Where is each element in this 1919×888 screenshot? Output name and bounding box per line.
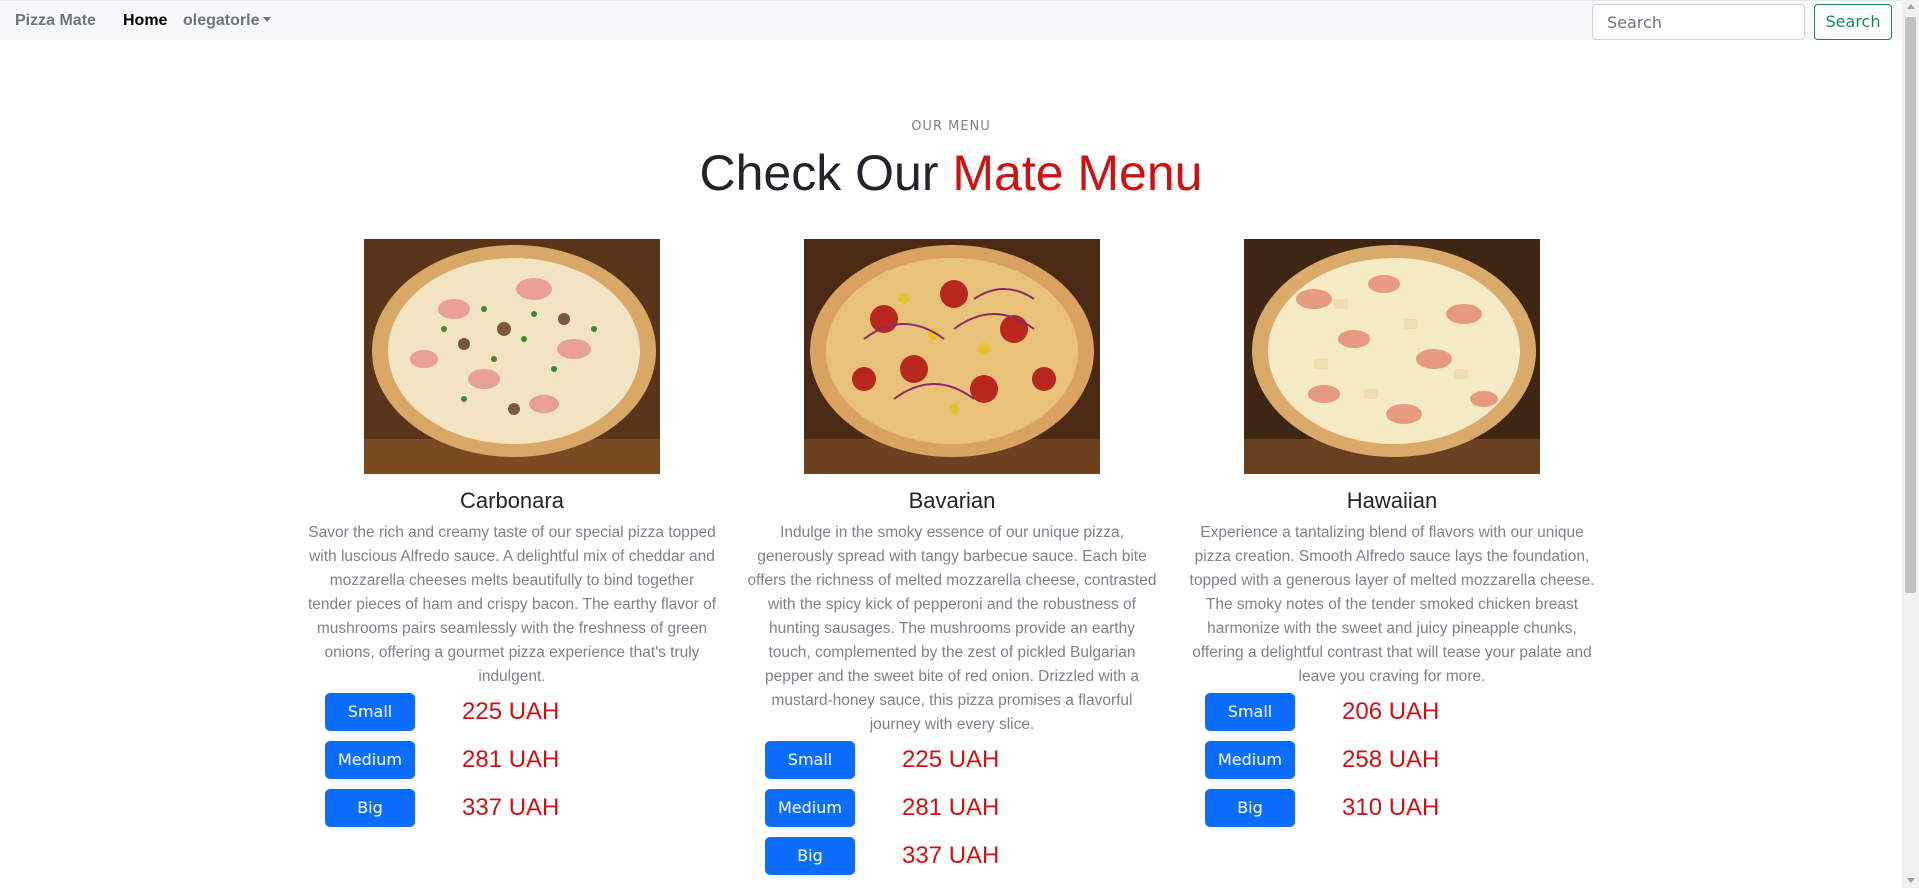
bavarian-big-button[interactable]: Big <box>765 837 855 875</box>
carbonara-small-price: 225 UAH <box>462 698 560 725</box>
search-button[interactable]: Search <box>1814 4 1892 40</box>
bavarian-medium-button[interactable]: Medium <box>765 789 855 827</box>
carbonara-pizza-image <box>364 239 660 474</box>
navbar-brand[interactable]: Pizza Mate <box>15 12 96 30</box>
pizza-name: Hawaiian <box>1346 488 1438 513</box>
hawaiian-medium-price: 258 UAH <box>1342 746 1440 773</box>
section-title-prefix: Check Our <box>699 145 953 201</box>
bavarian-small-button[interactable]: Small <box>765 741 855 779</box>
user-name: olegatorle <box>183 12 260 29</box>
bavarian-pizza-image <box>804 239 1100 474</box>
hawaiian-medium-button[interactable]: Medium <box>1205 741 1295 779</box>
pizza-description: Indulge in the smoky essence of our uniq… <box>747 524 1157 733</box>
scroll-up-arrow-icon[interactable] <box>1907 4 1915 9</box>
nav-link-home[interactable]: Home <box>123 12 167 30</box>
carbonara-small-button[interactable]: Small <box>325 693 415 731</box>
search-input[interactable] <box>1592 4 1805 40</box>
bavarian-small-price: 225 UAH <box>902 746 1000 773</box>
scrollbar[interactable] <box>1902 0 1919 888</box>
hawaiian-pizza-image <box>1244 239 1540 474</box>
hawaiian-small-button[interactable]: Small <box>1205 693 1295 731</box>
scrollbar-thumb[interactable] <box>1905 17 1916 593</box>
section-title: Check Our Mate Menu <box>0 143 1902 203</box>
user-dropdown[interactable]: olegatorle <box>183 12 272 30</box>
pizza-name: Bavarian <box>908 488 996 513</box>
hawaiian-small-price: 206 UAH <box>1342 698 1440 725</box>
carbonara-medium-button[interactable]: Medium <box>325 741 415 779</box>
carbonara-medium-price: 281 UAH <box>462 746 560 773</box>
pizza-name: Carbonara <box>460 488 564 513</box>
bavarian-medium-price: 281 UAH <box>902 794 1000 821</box>
pizza-description: Experience a tantalizing blend of flavor… <box>1189 524 1595 685</box>
hawaiian-big-price: 310 UAH <box>1342 794 1440 821</box>
section-title-accent: Mate Menu <box>952 145 1203 201</box>
navbar: Pizza Mate Home olegatorle Search <box>0 0 1902 40</box>
caret-down-icon <box>263 17 272 22</box>
bavarian-big-price: 337 UAH <box>902 842 1000 869</box>
carbonara-big-price: 337 UAH <box>462 794 560 821</box>
section-subtitle: OUR MENU <box>911 119 991 134</box>
scroll-down-arrow-icon[interactable] <box>1907 878 1915 883</box>
carbonara-big-button[interactable]: Big <box>325 789 415 827</box>
pizza-description: Savor the rich and creamy taste of our s… <box>307 524 717 685</box>
hawaiian-big-button[interactable]: Big <box>1205 789 1295 827</box>
